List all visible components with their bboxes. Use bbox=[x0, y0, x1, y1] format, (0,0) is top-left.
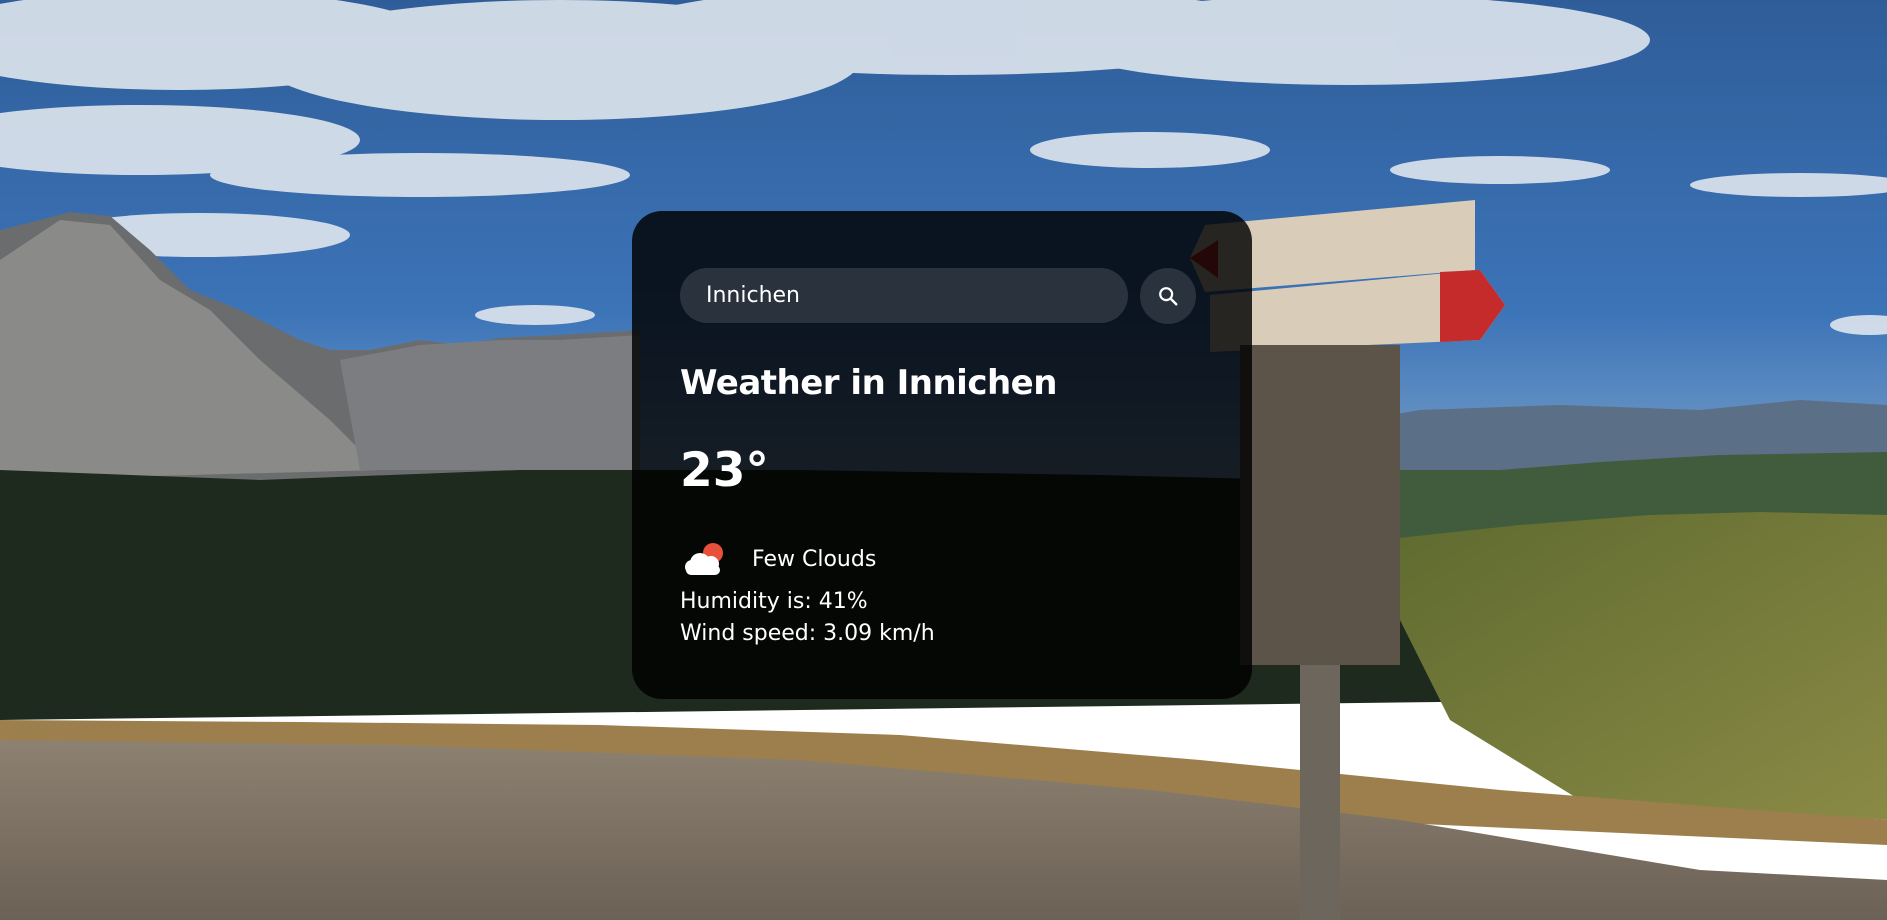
few-clouds-icon bbox=[685, 543, 723, 575]
wind-speed-text: Wind speed: 3.09 km/h bbox=[680, 621, 935, 646]
search-icon bbox=[1159, 287, 1178, 306]
weather-title: Weather in Innichen bbox=[680, 363, 1057, 403]
weather-description: Few Clouds bbox=[752, 546, 877, 572]
humidity-text: Humidity is: 41% bbox=[680, 589, 868, 614]
search-bar bbox=[680, 268, 1205, 324]
search-input[interactable] bbox=[680, 268, 1128, 323]
weather-card: Weather in Innichen 23° Few Clouds Humid… bbox=[632, 211, 1252, 699]
search-button[interactable] bbox=[1140, 268, 1196, 324]
temperature: 23° bbox=[680, 443, 769, 498]
weather-condition: Few Clouds bbox=[680, 536, 876, 582]
